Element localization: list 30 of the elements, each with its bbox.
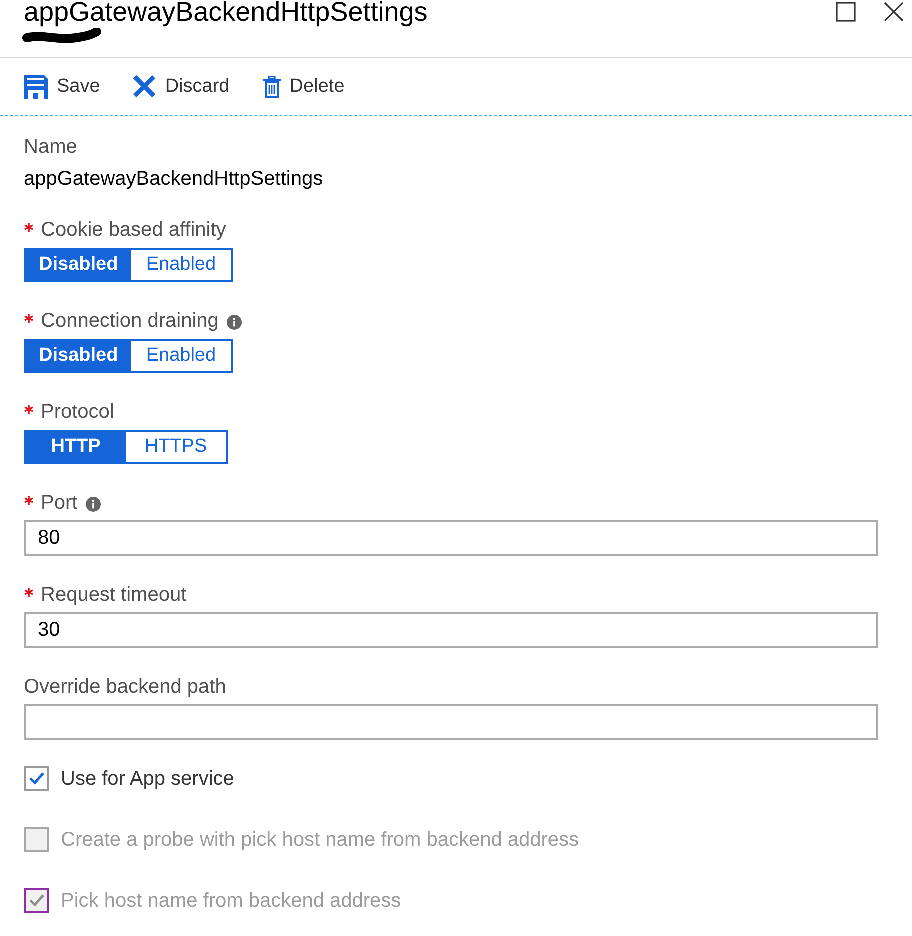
text-input[interactable] xyxy=(24,704,878,740)
field-label: Connection draining xyxy=(41,309,219,333)
trash-icon xyxy=(262,76,281,98)
close-icon[interactable] xyxy=(884,2,904,22)
discard-button[interactable]: Discard xyxy=(133,75,230,98)
field-label: Name xyxy=(24,135,78,159)
checkbox-label: Use for App service xyxy=(61,766,234,790)
field-label: Protocol xyxy=(41,400,114,424)
delete-button[interactable]: Delete xyxy=(262,76,345,98)
checkbox-label: Create a probe with pick host name from backend address xyxy=(61,828,580,852)
maximize-icon[interactable] xyxy=(836,2,856,22)
field-label: Cookie based affinity xyxy=(41,218,226,242)
text-input[interactable]: 80 xyxy=(24,520,878,556)
field-label: Override backend path xyxy=(24,675,226,699)
checkbox[interactable] xyxy=(24,766,49,791)
toggle-option[interactable]: HTTP xyxy=(26,432,126,462)
checkmark-icon xyxy=(28,772,44,785)
field-label: Request timeout xyxy=(41,583,187,607)
text-input[interactable]: 30 xyxy=(24,612,878,648)
checkbox-label: Pick host name from backend address xyxy=(61,888,402,912)
field-label: Port xyxy=(41,491,78,515)
cross-icon xyxy=(133,75,156,98)
toggle-option[interactable]: Disabled xyxy=(26,250,132,280)
checkmark-icon xyxy=(28,894,44,907)
toggle-option[interactable]: Disabled xyxy=(26,341,132,371)
info-icon[interactable] xyxy=(86,496,101,512)
panel-title: appGatewayBackendHttpSettings xyxy=(24,0,428,25)
field-value: appGatewayBackendHttpSettings xyxy=(24,167,324,191)
save-button[interactable]: Save xyxy=(24,74,100,98)
info-icon[interactable] xyxy=(226,314,242,330)
